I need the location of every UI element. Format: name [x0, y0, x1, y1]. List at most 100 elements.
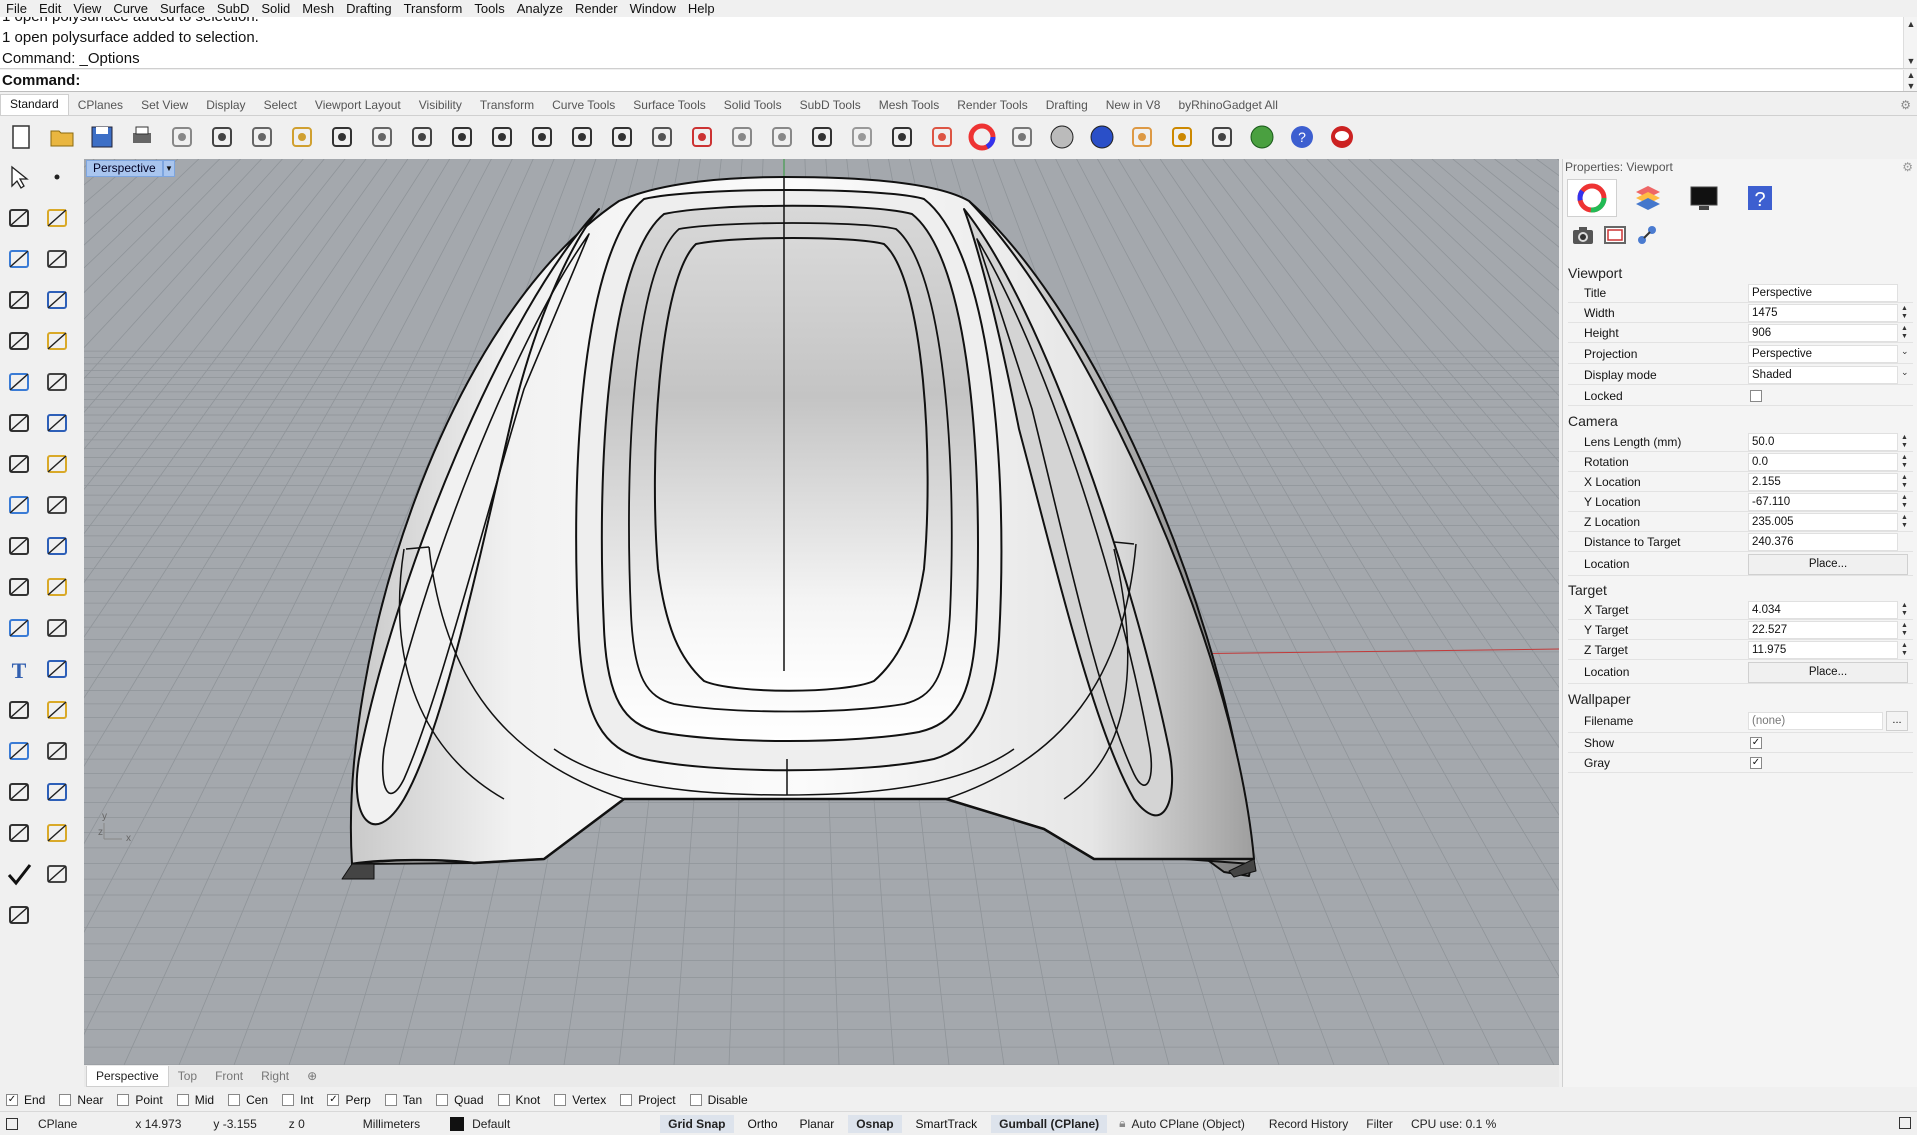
surface-grid-tool[interactable] [40, 447, 74, 481]
osnap-mid-checkbox[interactable] [176, 1093, 189, 1106]
zoom-window-button[interactable] [485, 120, 518, 154]
transform-tool[interactable] [40, 816, 74, 850]
tab-set-view[interactable]: Set View [132, 97, 197, 115]
dimension-button[interactable] [1205, 120, 1238, 154]
pan-button[interactable] [365, 120, 398, 154]
osnap-knot[interactable]: Knot [497, 1093, 540, 1107]
status-pane-planar[interactable]: Planar [792, 1115, 843, 1133]
osnap-vertex-checkbox[interactable] [554, 1093, 567, 1106]
three-balls-tool[interactable] [40, 570, 74, 604]
menu-tools[interactable]: Tools [468, 0, 510, 17]
osnap-near[interactable]: Near [59, 1093, 103, 1107]
cut-button[interactable] [205, 120, 238, 154]
spin-down-icon[interactable]: ▼ [1904, 81, 1917, 91]
cylinder-tool[interactable] [2, 447, 36, 481]
units-label[interactable]: Millimeters [363, 1117, 420, 1131]
cplane-button[interactable] [765, 120, 798, 154]
x-target-field[interactable]: 4.034 [1748, 601, 1898, 619]
tab-byrhinogadget-all[interactable]: byRhinoGadget All [1169, 97, 1286, 115]
nacelle-model[interactable] [341, 176, 1257, 880]
osnap-int[interactable]: Int [282, 1093, 313, 1107]
perspective-viewport[interactable]: y z x [84, 159, 1559, 1065]
menu-mesh[interactable]: Mesh [296, 0, 340, 17]
osnap-disable[interactable]: Disable [689, 1093, 748, 1107]
tab-subd-tools[interactable]: SubD Tools [791, 97, 870, 115]
display-mode-select[interactable]: Shaded [1748, 366, 1898, 384]
status-pane-grid-snap[interactable]: Grid Snap [660, 1114, 734, 1133]
tab-viewport-layout[interactable]: Viewport Layout [306, 97, 410, 115]
x-location-field[interactable]: 2.155 [1748, 473, 1898, 491]
tab-drafting[interactable]: Drafting [1037, 97, 1097, 115]
target-place-button[interactable]: Place... [1748, 662, 1908, 683]
tab-surface-tools[interactable]: Surface Tools [624, 97, 715, 115]
osnap-disable-checkbox[interactable] [689, 1093, 702, 1106]
osnap-perp[interactable]: ✓ Perp [327, 1093, 371, 1107]
properties-tab-material[interactable] [1567, 179, 1617, 217]
paint-tool[interactable] [2, 898, 36, 932]
cplane-label[interactable]: CPlane [38, 1117, 77, 1131]
osnap-project[interactable]: Project [620, 1093, 676, 1107]
tab-new-in-v8[interactable]: New in V8 [1097, 97, 1170, 115]
surface-edit-tool[interactable] [2, 365, 36, 399]
filter-toggle[interactable]: Filter [1366, 1117, 1393, 1131]
properties-tab-layer[interactable] [1623, 179, 1673, 217]
status-panel-icon[interactable] [6, 1117, 18, 1130]
zoom-button[interactable] [445, 120, 478, 154]
osnap-end[interactable]: ✓ End [6, 1093, 45, 1107]
menu-edit[interactable]: Edit [33, 0, 67, 17]
select-arrow-tool[interactable] [2, 160, 36, 194]
status-pane-ortho[interactable]: Ortho [740, 1115, 786, 1133]
chat-button[interactable] [1325, 120, 1358, 154]
viewport-tab-top[interactable]: Top [169, 1066, 206, 1086]
menu-drafting[interactable]: Drafting [340, 0, 398, 17]
undo-button[interactable] [325, 120, 358, 154]
color-wheel-button[interactable] [965, 120, 998, 154]
x-target-spinner[interactable]: ▲ ▼ [1901, 602, 1908, 618]
pencil-button[interactable] [1125, 120, 1158, 154]
auto-cplane-toggle[interactable]: Auto CPlane (Object) [1132, 1117, 1245, 1131]
scale-tool[interactable] [40, 652, 74, 686]
menu-subd[interactable]: SubD [211, 0, 256, 17]
link-icon[interactable] [1635, 223, 1659, 247]
lens-field[interactable]: 50.0 [1748, 433, 1898, 451]
tab-visibility[interactable]: Visibility [410, 97, 471, 115]
layers-button[interactable] [925, 120, 958, 154]
osnap-tan[interactable]: Tan [384, 1093, 422, 1107]
scroll-down-icon[interactable]: ▼ [1904, 56, 1917, 66]
circle-tool[interactable] [2, 242, 36, 276]
osnap-quad-checkbox[interactable] [436, 1093, 449, 1106]
grid-button[interactable] [725, 120, 758, 154]
split-tool[interactable] [40, 529, 74, 563]
scroll-up-icon[interactable]: ▲ [1904, 19, 1917, 29]
distance-field[interactable]: 240.376 [1748, 533, 1898, 551]
display-mode-dropdown-icon[interactable]: ⌄ [1901, 367, 1909, 378]
y-location-spinner[interactable]: ▲ ▼ [1901, 494, 1908, 510]
osnap-tan-checkbox[interactable] [384, 1093, 397, 1106]
properties-tab-display[interactable] [1679, 179, 1729, 217]
status-pane-smarttrack[interactable]: SmartTrack [908, 1115, 986, 1133]
y-target-field[interactable]: 22.527 [1748, 621, 1898, 639]
globe-button[interactable] [1245, 120, 1278, 154]
status-pane-osnap[interactable]: Osnap [848, 1114, 902, 1133]
height-spinner[interactable]: ▲ ▼ [1901, 325, 1908, 341]
status-maximize-icon[interactable] [1899, 1117, 1911, 1129]
osnap-point-checkbox[interactable] [117, 1093, 130, 1106]
history-scrollbar[interactable]: ▲ ▼ [1903, 17, 1917, 68]
new-file-button[interactable] [5, 120, 38, 154]
gumball-tool[interactable] [40, 734, 74, 768]
hexagon-tool[interactable] [2, 324, 36, 358]
point-object-button[interactable] [805, 120, 838, 154]
menu-render[interactable]: Render [569, 0, 624, 17]
tab-transform[interactable]: Transform [471, 97, 543, 115]
polygon-tool[interactable] [2, 283, 36, 317]
boolean-union-tool[interactable] [40, 406, 74, 440]
tab-cplanes[interactable]: CPlanes [69, 97, 132, 115]
car-button[interactable] [685, 120, 718, 154]
tab-mesh-tools[interactable]: Mesh Tools [870, 97, 948, 115]
offset-tool[interactable] [40, 611, 74, 645]
projection-dropdown-icon[interactable]: ⌄ [1901, 346, 1909, 357]
camera-icon[interactable] [1571, 223, 1595, 247]
curve-tool[interactable] [40, 201, 74, 235]
box-tool[interactable] [2, 406, 36, 440]
height-field[interactable]: 906 [1748, 324, 1898, 342]
